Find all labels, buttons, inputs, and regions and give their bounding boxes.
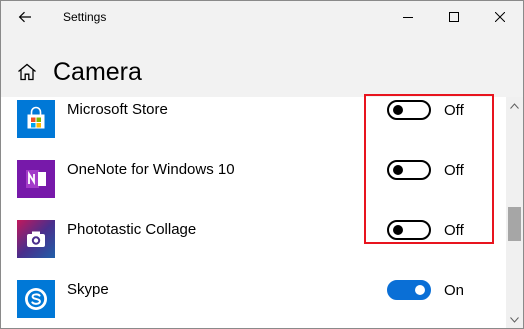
list-item: Skype On: [1, 277, 506, 328]
camera-access-toggle[interactable]: [387, 220, 431, 240]
toggle-knob: [415, 285, 425, 295]
skype-icon: [17, 280, 55, 318]
toggle-knob: [393, 225, 403, 235]
scroll-down-button[interactable]: [506, 311, 523, 328]
list-item: Phototastic Collage Off: [1, 217, 506, 277]
app-name: Skype: [67, 281, 109, 298]
home-button[interactable]: [17, 63, 37, 86]
phototastic-collage-icon: [17, 220, 55, 258]
scroll-up-icon: [510, 102, 519, 109]
minimize-button[interactable]: [385, 1, 431, 32]
app-name: Microsoft Store: [67, 101, 168, 118]
page-title: Camera: [53, 58, 142, 86]
home-icon: [18, 63, 36, 81]
camera-access-toggle[interactable]: [387, 280, 431, 300]
app-name: OneNote for Windows 10: [67, 161, 235, 178]
window-title: Settings: [63, 10, 107, 24]
minimize-icon: [403, 16, 413, 18]
maximize-icon: [449, 11, 459, 22]
app-permission-list: Microsoft Store Off OneNote for Windows …: [1, 97, 506, 328]
page-header: Camera: [1, 32, 523, 97]
app-name: Phototastic Collage: [67, 221, 197, 238]
close-icon: [495, 11, 505, 22]
list-item: OneNote for Windows 10 Off: [1, 157, 506, 217]
toggle-state-label: Off: [444, 102, 464, 119]
title-bar: Settings: [1, 1, 523, 32]
microsoft-store-icon: [17, 100, 55, 138]
toggle-knob: [393, 165, 403, 175]
toggle-knob: [393, 105, 403, 115]
scrollbar[interactable]: [506, 97, 523, 328]
toggle-state-label: On: [444, 282, 465, 299]
onenote-icon: [17, 160, 55, 198]
toggle-state-label: Off: [444, 222, 464, 239]
back-arrow-icon: [18, 11, 31, 22]
close-button[interactable]: [477, 1, 523, 32]
maximize-button[interactable]: [431, 1, 477, 32]
toggle-state-label: Off: [444, 162, 464, 179]
camera-access-toggle[interactable]: [387, 160, 431, 180]
list-item: Microsoft Store Off: [1, 97, 506, 157]
camera-access-toggle[interactable]: [387, 100, 431, 120]
back-button[interactable]: [11, 1, 39, 32]
scrollbar-thumb[interactable]: [508, 207, 521, 241]
scroll-down-icon: [510, 316, 519, 323]
scroll-up-button[interactable]: [506, 97, 523, 114]
